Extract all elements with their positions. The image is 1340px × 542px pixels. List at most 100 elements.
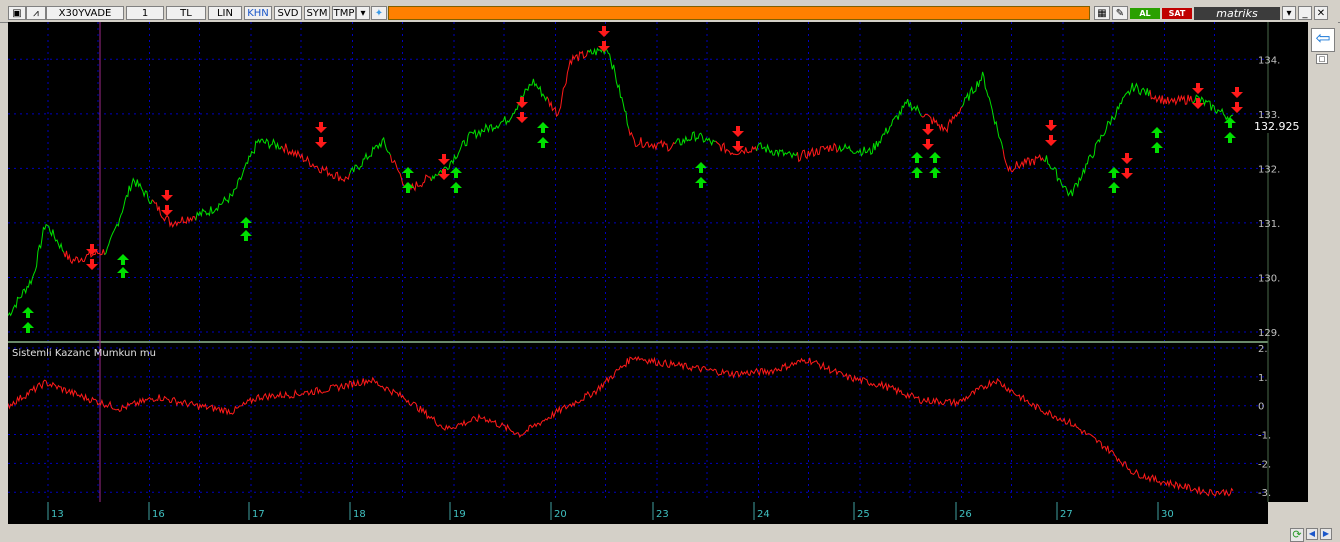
price-tick-label: 131. <box>1258 219 1280 230</box>
price-segment <box>1149 89 1193 106</box>
brand-logo: matriks <box>1194 7 1280 20</box>
back-arrow-icon[interactable]: ⇦ <box>1311 28 1335 52</box>
chart-area[interactable]: 134. 133. 132. 131. 130. 129. 2. 1. 0 -1. -2. -3. … <box>7 22 1308 502</box>
scale-button[interactable]: LIN <box>208 6 242 20</box>
x-tick-label: 18 <box>353 509 366 520</box>
buy-arrow-icon <box>240 217 252 228</box>
price-tick-label: 130. <box>1258 273 1280 284</box>
buy-arrow-icon <box>1151 142 1163 153</box>
khn-button[interactable]: KHN <box>244 6 272 20</box>
restore-icon[interactable]: □ <box>1316 54 1328 64</box>
currency-button[interactable]: TL <box>166 6 206 20</box>
dropdown-icon[interactable]: ▾ <box>356 6 370 20</box>
side-panel: ⇦ □ <box>1308 22 1338 502</box>
bottom-bar <box>0 524 1340 542</box>
pencil-icon[interactable]: ✎ <box>1112 6 1128 20</box>
sell-arrow-icon <box>1121 153 1133 164</box>
price-segment <box>961 71 1004 150</box>
price-segment <box>796 142 839 163</box>
buy-arrow-icon <box>537 122 549 133</box>
indicator-tick-label: -3. <box>1258 488 1271 499</box>
buy-arrow-icon <box>240 230 252 241</box>
indicator-axis-ticks: 2. 1. 0 -1. -2. -3. <box>1258 344 1271 499</box>
sell-arrow-icon <box>732 126 744 137</box>
price-segment <box>104 177 153 256</box>
x-tick-label: 16 <box>152 509 165 520</box>
buy-arrow-icon <box>117 267 129 278</box>
current-value: 132.925 <box>1254 120 1300 133</box>
sell-arrow-icon <box>1231 102 1243 113</box>
indicator-line <box>7 355 1234 497</box>
buy-arrow-icon <box>450 182 462 193</box>
minimize-icon[interactable]: _ <box>1298 6 1312 20</box>
price-segment <box>587 47 630 129</box>
indicator-title: Sistemli Kazanc Mumkun mu <box>12 348 156 359</box>
sym-button[interactable]: SYM <box>304 6 330 20</box>
sell-arrow-icon <box>1192 98 1204 109</box>
price-segment <box>430 78 548 182</box>
buy-arrow-icon <box>402 167 414 178</box>
price-series <box>7 47 1234 317</box>
indicator-tick-label: -1. <box>1258 431 1271 442</box>
x-tick-label: 20 <box>554 509 567 520</box>
x-tick-label: 17 <box>252 509 265 520</box>
period-field[interactable]: 1 <box>126 6 164 20</box>
price-segment <box>281 143 351 183</box>
price-segment <box>546 50 589 118</box>
indicator-tick-label: 2. <box>1258 344 1268 355</box>
buy-arrow-icon <box>450 167 462 178</box>
price-segment <box>195 137 283 221</box>
x-tick-label: 23 <box>656 509 669 520</box>
x-tick-label: 25 <box>857 509 870 520</box>
buy-arrow-icon <box>22 322 34 333</box>
x-axis: 13 16 17 18 19 20 23 24 25 26 27 30 <box>8 502 1268 524</box>
indicator-tick-label: 0 <box>1258 402 1264 413</box>
svd-button[interactable]: SVD <box>274 6 302 20</box>
buy-arrow-icon <box>929 152 941 163</box>
image-icon[interactable]: ▦ <box>1094 6 1110 20</box>
indicator-tick-label: -2. <box>1258 459 1271 470</box>
sell-arrow-icon <box>922 139 934 150</box>
x-axis-canvas: 13 16 17 18 19 20 23 24 25 26 27 30 <box>47 502 1174 520</box>
sell-arrow-icon <box>598 26 610 37</box>
x-tick-label: 19 <box>453 509 466 520</box>
price-axis-ticks: 134.133.132.131.130.129. <box>1258 55 1280 339</box>
buy-arrow-icon <box>117 254 129 265</box>
chart-toolbar: ▣ ⩘ X30YVADE 1 TL LIN KHN SVD SYM TMP ▾ … <box>0 0 1340 23</box>
buy-arrow-icon <box>1151 127 1163 138</box>
twitter-icon[interactable]: ✦ <box>371 6 387 20</box>
close-icon[interactable]: ✕ <box>1314 6 1328 20</box>
indicator-series <box>7 355 1234 497</box>
scroll-right-icon[interactable]: ▶ <box>1320 528 1332 540</box>
sell-arrow-icon <box>315 122 327 133</box>
price-tick-label: 132. <box>1258 164 1280 175</box>
symbol-field[interactable]: X30YVADE <box>46 6 124 20</box>
price-segment <box>7 223 65 317</box>
menu-arrow-icon[interactable]: ▾ <box>1282 6 1296 20</box>
buy-arrow-icon <box>1108 182 1120 193</box>
refresh-icon[interactable]: ⟳ <box>1290 528 1304 542</box>
scroll-left-icon[interactable]: ◀ <box>1306 528 1318 540</box>
buy-button[interactable]: AL <box>1130 8 1160 19</box>
buy-arrow-icon <box>695 177 707 188</box>
window-icon[interactable]: ▣ <box>8 6 26 20</box>
sell-arrow-icon <box>161 205 173 216</box>
sell-arrow-icon <box>86 244 98 255</box>
x-tick-label: 27 <box>1060 509 1073 520</box>
chart-canvas[interactable]: 134.133.132.131.130.129. 2.1.0-1.-2.-3. … <box>7 22 1308 502</box>
sell-arrow-icon <box>315 137 327 148</box>
tmp-button[interactable]: TMP <box>332 6 356 20</box>
buy-arrow-icon <box>911 152 923 163</box>
sell-button[interactable]: SAT <box>1162 8 1192 19</box>
sell-arrow-icon <box>1231 87 1243 98</box>
info-bar <box>388 6 1090 20</box>
sell-arrow-icon <box>516 112 528 123</box>
price-segment <box>837 98 922 157</box>
price-segment <box>1043 82 1151 197</box>
chart-type-icon[interactable]: ⩘ <box>26 6 46 20</box>
sell-arrow-icon <box>438 154 450 165</box>
sell-arrow-icon <box>86 259 98 270</box>
sell-arrow-icon <box>1045 135 1057 146</box>
grid-lines <box>8 22 1268 502</box>
price-tick-label: 134. <box>1258 55 1280 66</box>
